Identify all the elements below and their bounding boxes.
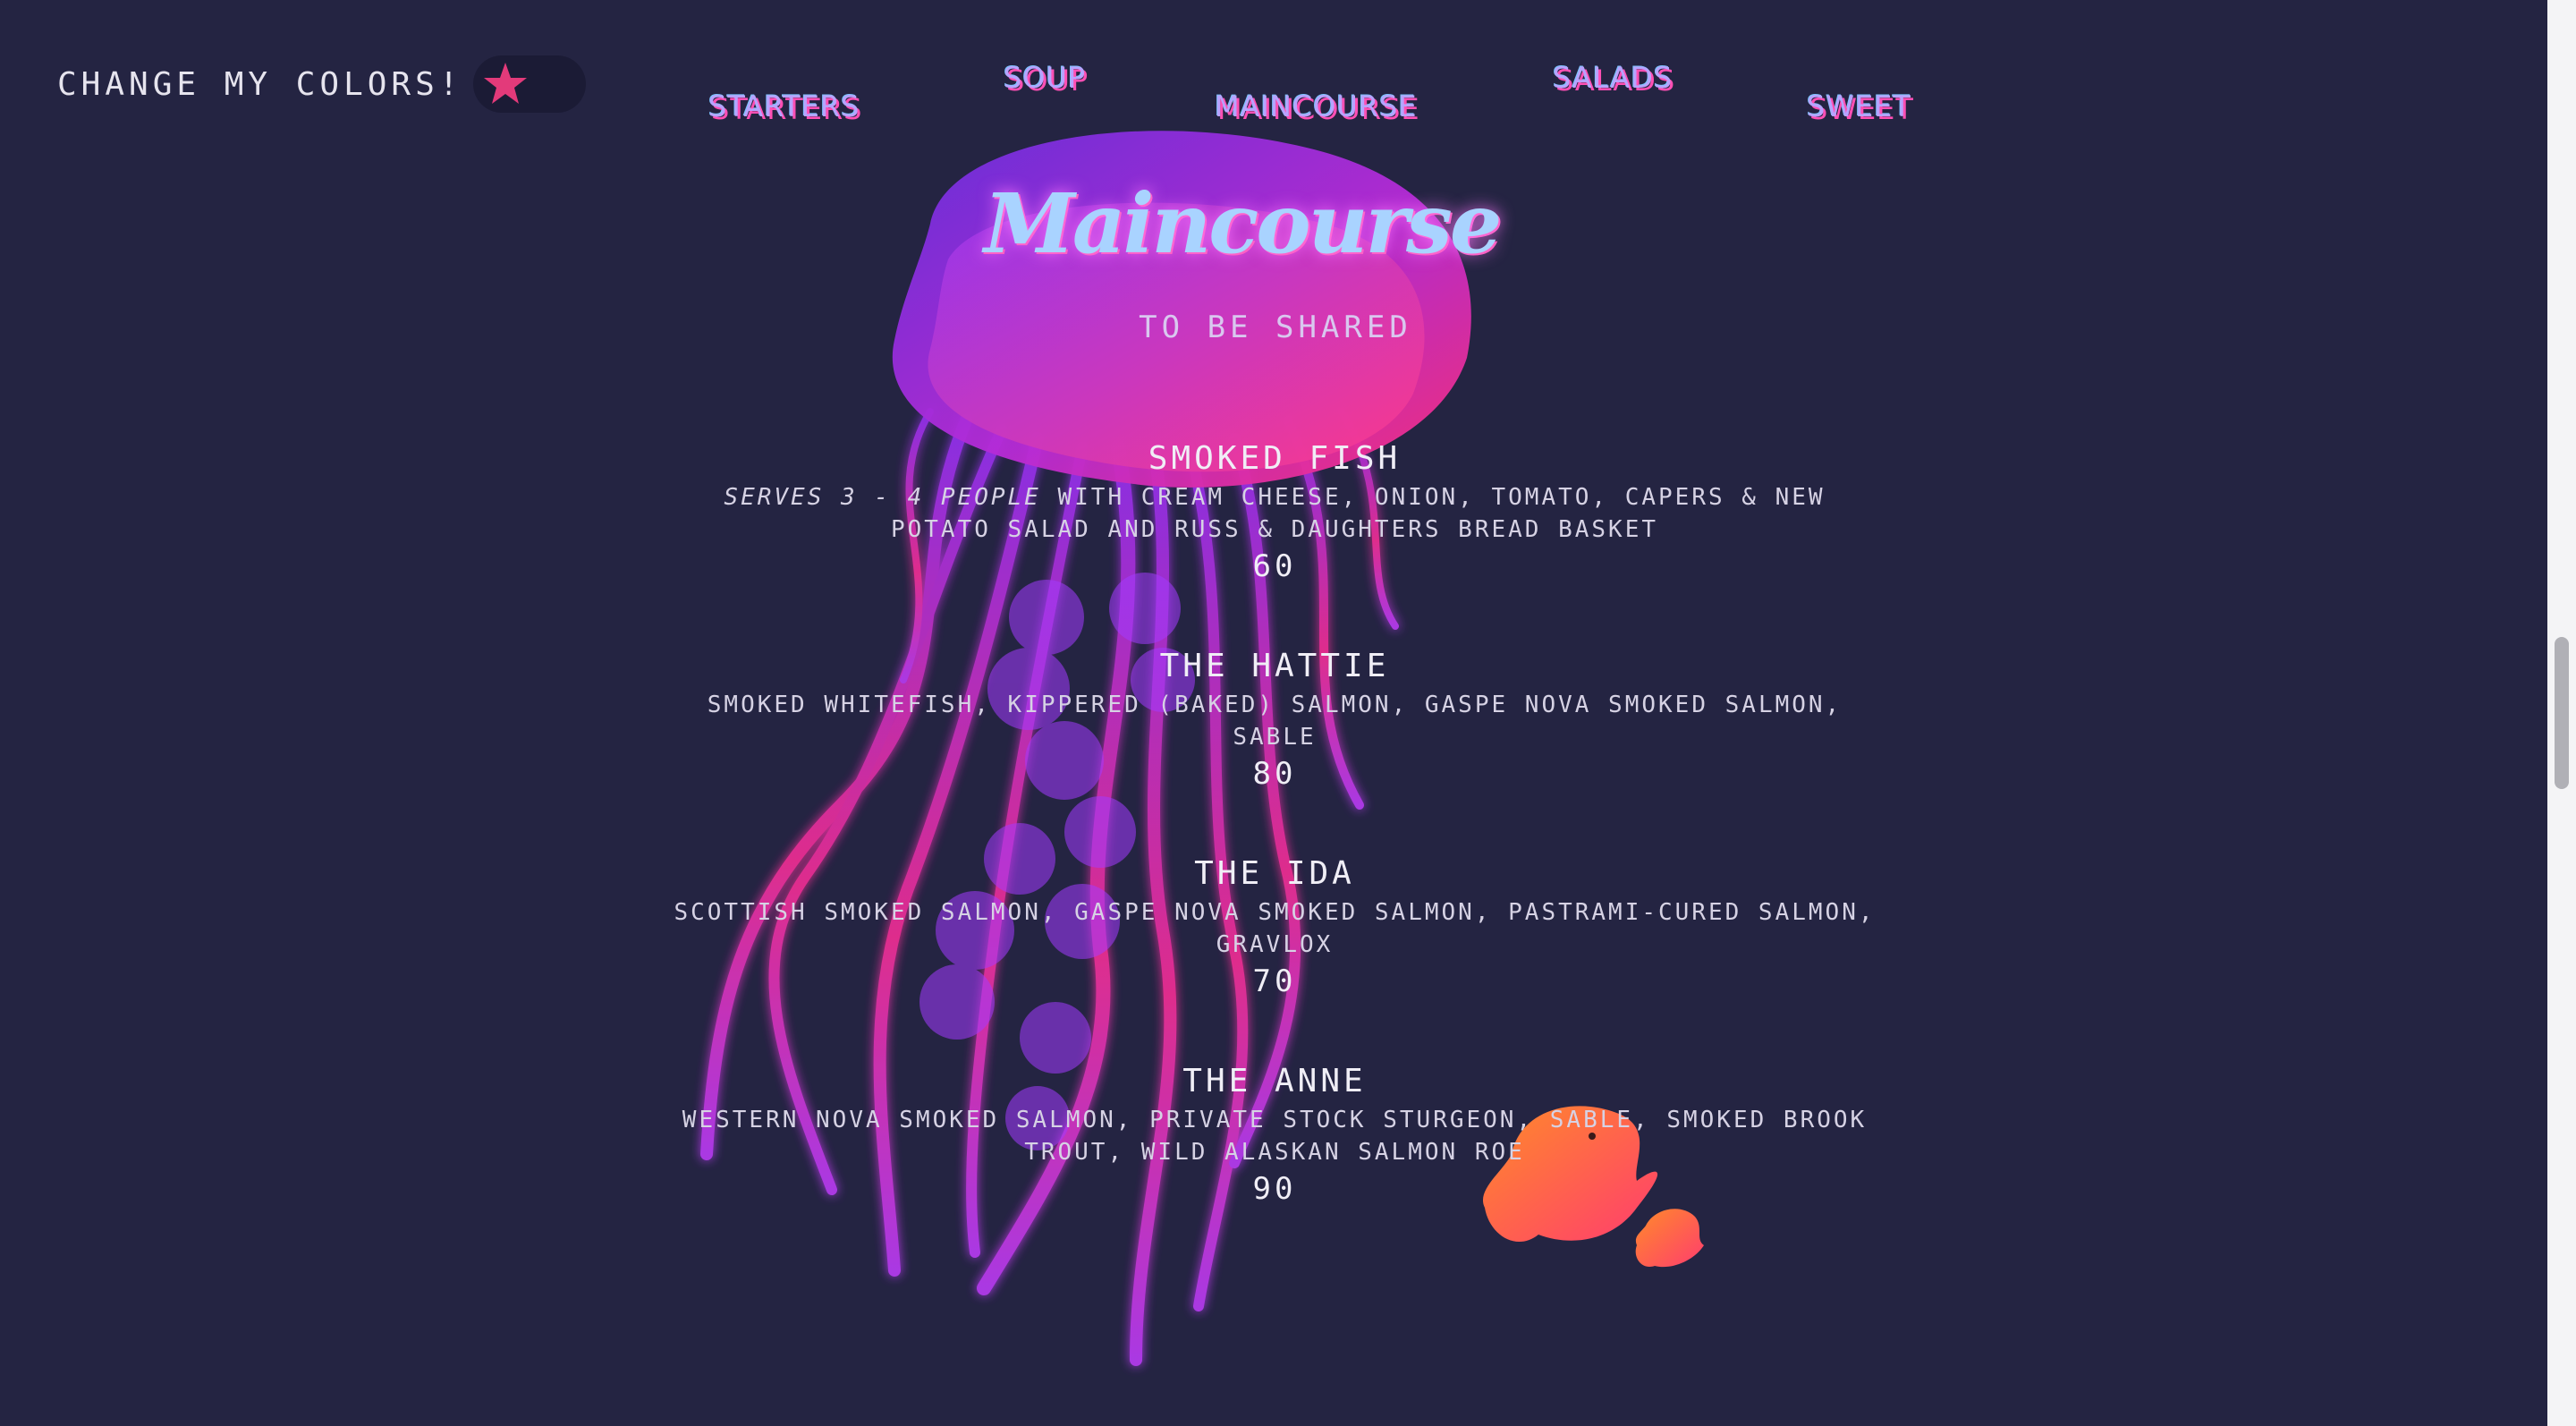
menu-item-price: 60 — [1252, 548, 1297, 584]
nav-soup[interactable]: Soup — [1004, 61, 1086, 95]
menu-item-name: The Anne — [1182, 1063, 1367, 1099]
menu-item-name: The Ida — [1194, 855, 1355, 892]
menu-page: Change my colors! Starters Soup Maincour… — [0, 0, 2576, 1426]
menu-item: Smoked Fish Serves 3 - 4 people with cre… — [671, 438, 1878, 587]
section-title: Maincourse — [984, 175, 1502, 272]
color-toggle: Change my colors! — [57, 55, 587, 113]
menu-item-description: Serves 3 - 4 people with cream cheese, o… — [671, 481, 1878, 546]
menu-item-price: 90 — [1252, 1171, 1297, 1207]
menu-item-description: Smoked whitefish, kippered (baked) salmo… — [707, 692, 1843, 751]
menu-item-name: Smoked Fish — [1148, 440, 1402, 477]
menu-item-name: The Hattie — [1159, 648, 1390, 684]
scrollbar-thumb[interactable] — [2555, 637, 2569, 789]
menu-item-price: 80 — [1252, 756, 1297, 792]
menu-item-description: Western Nova smoked salmon, private stoc… — [682, 1107, 1868, 1166]
menu-item: The Ida Scottish smoked salmon, Gaspe No… — [671, 853, 1878, 1002]
section-subtitle: To be shared — [1139, 310, 1412, 345]
menu-item-note: Serves 3 - 4 people — [724, 484, 1041, 511]
color-toggle-switch[interactable] — [473, 55, 587, 113]
menu-item: The Anne Western Nova smoked salmon, pri… — [671, 1061, 1878, 1210]
menu-list: Smoked Fish Serves 3 - 4 people with cre… — [671, 438, 1878, 1269]
nav-starters[interactable]: Starters — [708, 89, 860, 123]
menu-item: The Hattie Smoked whitefish, kippered (b… — [671, 646, 1878, 794]
color-toggle-label: Change my colors! — [57, 65, 463, 103]
nav-sweet[interactable]: Sweet — [1807, 89, 1911, 123]
nav-maincourse[interactable]: Maincourse — [1215, 89, 1418, 123]
menu-item-description: Scottish smoked salmon, Gaspe Nova smoke… — [674, 899, 1876, 958]
menu-item-price: 70 — [1252, 963, 1297, 999]
starfish-icon — [484, 63, 528, 104]
nav-salads[interactable]: Salads — [1553, 61, 1673, 95]
